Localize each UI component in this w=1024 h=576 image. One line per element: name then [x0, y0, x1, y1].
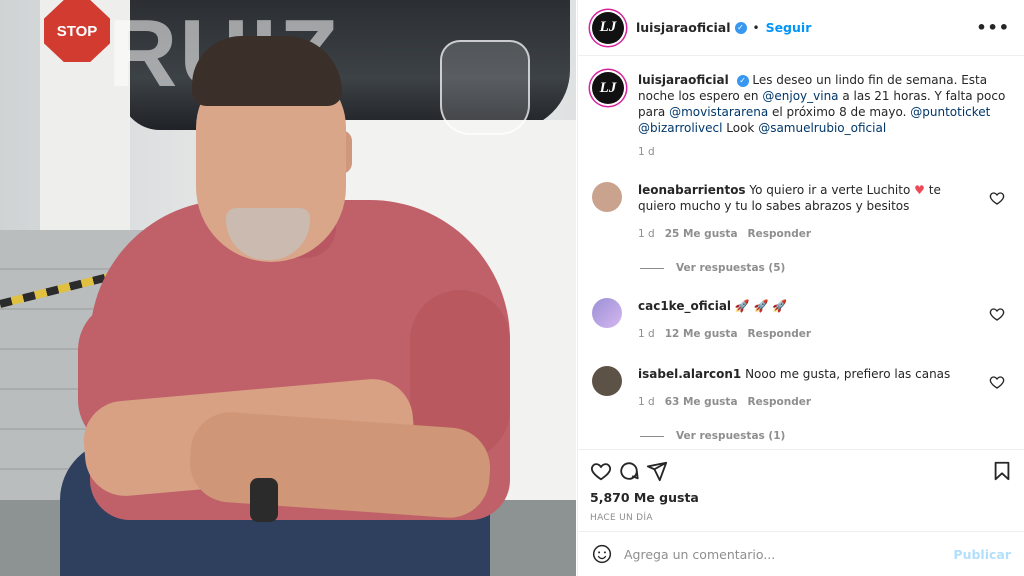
- caption-text-part-3: el próximo 8 de mayo.: [772, 105, 907, 119]
- post-side-panel: LJ luisjaraoficial ✓ • Seguir ••• LJ lui…: [577, 0, 1024, 576]
- reply-button[interactable]: Responder: [748, 226, 811, 242]
- replies-divider: [640, 435, 664, 437]
- comment-time: 1 d: [638, 328, 655, 340]
- caption-verified-badge-icon: ✓: [736, 74, 749, 87]
- comment-input[interactable]: [624, 546, 954, 562]
- publish-button[interactable]: Publicar: [953, 547, 1011, 562]
- comment-meta: 1 d 25 Me gusta Responder: [638, 226, 978, 242]
- replies-divider: [640, 267, 664, 269]
- commenter-username[interactable]: leonabarrientos: [638, 183, 746, 197]
- comment-item: cac1ke_oficial 🚀 🚀 🚀 1 d 12 Me gusta Res…: [592, 298, 1011, 342]
- caption-username[interactable]: luisjaraoficial: [638, 73, 729, 87]
- comment-likes[interactable]: 63 Me gusta: [665, 394, 738, 410]
- comments-list[interactable]: LJ luisjaraoficial ✓ Les deseo un lindo …: [578, 56, 1024, 448]
- comment-body: cac1ke_oficial 🚀 🚀 🚀 1 d 12 Me gusta Res…: [638, 298, 978, 342]
- stop-sign: STOP: [44, 0, 110, 62]
- mention-movistararena[interactable]: @movistararena: [669, 105, 768, 119]
- view-replies-button[interactable]: Ver respuestas (5): [640, 262, 1011, 274]
- commenter-avatar[interactable]: [592, 298, 622, 328]
- share-send-icon[interactable]: [646, 460, 668, 482]
- verified-badge-icon: ✓: [734, 21, 747, 34]
- post-photo[interactable]: STOP RUIZ: [0, 0, 576, 576]
- view-replies-button[interactable]: Ver respuestas (1): [640, 430, 1011, 442]
- caption-text: luisjaraoficial ✓ Les deseo un lindo fin…: [638, 72, 1008, 136]
- save-bookmark-icon[interactable]: [991, 460, 1013, 482]
- comment-time: 1 d: [638, 396, 655, 408]
- person-watch: [250, 478, 278, 522]
- mention-puntoticket[interactable]: @puntoticket: [910, 105, 990, 119]
- red-heart-emoji-icon: ♥: [914, 183, 925, 197]
- comment-like-heart-icon[interactable]: [989, 374, 1005, 390]
- caption-author-avatar[interactable]: LJ: [592, 72, 624, 104]
- glass-vase: [440, 40, 530, 135]
- commenter-username[interactable]: cac1ke_oficial: [638, 299, 731, 313]
- post-caption: LJ luisjaraoficial ✓ Les deseo un lindo …: [592, 72, 1011, 136]
- mention-bizarrolivecl[interactable]: @bizarrolivecl: [638, 121, 722, 135]
- emoji-smiley-icon[interactable]: [592, 544, 612, 564]
- view-replies-label: Ver respuestas (1): [676, 430, 786, 442]
- more-options-icon[interactable]: •••: [976, 18, 1010, 37]
- mention-enjoy-vina[interactable]: @enjoy_vina: [762, 89, 838, 103]
- comment-likes[interactable]: 12 Me gusta: [665, 326, 738, 342]
- action-icons: [590, 456, 1013, 486]
- comment-item: leonabarrientos Yo quiero ir a verte Luc…: [592, 182, 1011, 242]
- comment-bubble-icon[interactable]: [618, 460, 640, 482]
- post-actions: 5,870 Me gusta HACE UN DÍA: [578, 449, 1024, 523]
- commenter-username[interactable]: isabel.alarcon1: [638, 367, 741, 381]
- comment-meta: 1 d 63 Me gusta Responder: [638, 394, 978, 410]
- author-username[interactable]: luisjaraoficial: [636, 20, 731, 35]
- view-replies-label: Ver respuestas (5): [676, 262, 786, 274]
- comment-like-heart-icon[interactable]: [989, 190, 1005, 206]
- header-separator: •: [752, 20, 760, 35]
- add-comment-bar: Publicar: [578, 531, 1024, 576]
- comment-text: Nooo me gusta, prefiero las canas: [745, 367, 951, 381]
- commenter-avatar[interactable]: [592, 182, 622, 212]
- comment-likes[interactable]: 25 Me gusta: [665, 226, 738, 242]
- comment-like-heart-icon[interactable]: [989, 306, 1005, 322]
- reply-button[interactable]: Responder: [748, 326, 811, 342]
- comment-body: isabel.alarcon1 Nooo me gusta, prefiero …: [638, 366, 978, 410]
- post-timestamp: HACE UN DÍA: [590, 513, 653, 523]
- caption-text-part-4: Look: [726, 121, 755, 135]
- commenter-avatar[interactable]: [592, 366, 622, 396]
- comment-text: Yo quiero ir a verte Luchito: [749, 183, 911, 197]
- comment-time: 1 d: [638, 228, 655, 240]
- caption-logo-icon: LJ: [599, 79, 617, 96]
- like-heart-icon[interactable]: [590, 460, 612, 482]
- caption-time: 1 d: [638, 146, 655, 158]
- likes-count[interactable]: 5,870 Me gusta: [590, 490, 1013, 505]
- post-header: LJ luisjaraoficial ✓ • Seguir •••: [578, 0, 1024, 56]
- author-logo-icon: LJ: [599, 19, 617, 35]
- rocket-emoji-icons: 🚀 🚀 🚀: [734, 299, 788, 313]
- comment-meta: 1 d 12 Me gusta Responder: [638, 326, 978, 342]
- author-avatar[interactable]: LJ: [592, 11, 624, 44]
- follow-button[interactable]: Seguir: [766, 20, 812, 35]
- comment-item: isabel.alarcon1 Nooo me gusta, prefiero …: [592, 366, 1011, 410]
- person-hair: [192, 36, 342, 106]
- comment-body: leonabarrientos Yo quiero ir a verte Luc…: [638, 182, 978, 242]
- mention-samuelrubio[interactable]: @samuelrubio_oficial: [758, 121, 886, 135]
- reply-button[interactable]: Responder: [748, 394, 811, 410]
